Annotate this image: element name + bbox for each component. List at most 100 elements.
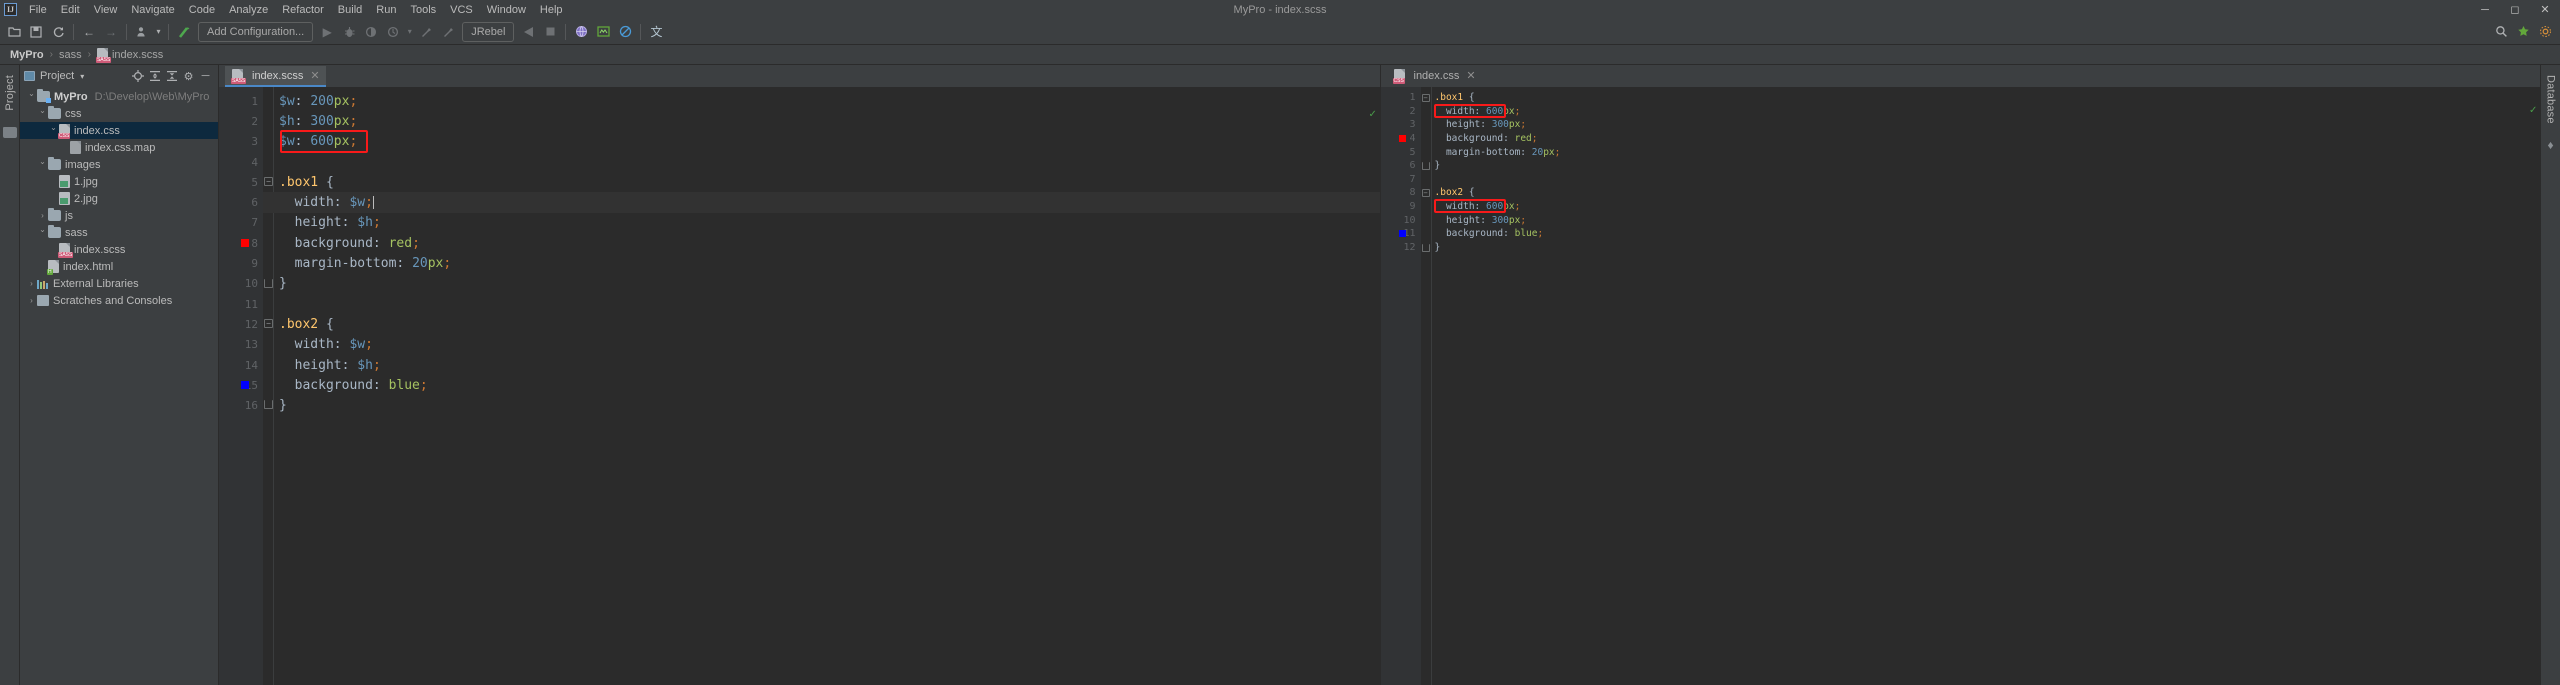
chevron-down-icon[interactable]: ⌄ (48, 123, 59, 132)
menu-item-build[interactable]: Build (331, 2, 369, 18)
color-gutter-swatch[interactable] (241, 381, 249, 389)
maximize-button[interactable]: ◻ (2500, 0, 2530, 19)
code-line[interactable]: } (263, 274, 1380, 294)
code-line[interactable]: } (263, 395, 1380, 415)
profiler-dropdown-caret[interactable]: ▾ (153, 21, 164, 43)
chevron-down-icon[interactable]: ⌄ (37, 106, 48, 115)
tool-window-button-database[interactable]: Database (2545, 69, 2557, 130)
line-number-gutter-left[interactable]: 1 2 3 4 5 6 7 8 9 10 11 12 13 14 15 16 (219, 87, 263, 685)
chevron-down-icon[interactable]: ⌄ (37, 225, 48, 234)
rebuild-icon[interactable] (517, 21, 539, 43)
menu-item-view[interactable]: View (87, 2, 125, 18)
fold-collapse-icon[interactable]: − (264, 177, 273, 186)
menu-item-edit[interactable]: Edit (54, 2, 87, 18)
profile-run-icon[interactable] (382, 21, 404, 43)
color-gutter-swatch[interactable] (1399, 230, 1406, 237)
tree-node[interactable]: › js (20, 207, 218, 224)
code-line[interactable] (263, 294, 1380, 314)
run-icon[interactable]: ▶ (316, 21, 338, 43)
menu-item-file[interactable]: File (22, 2, 54, 18)
code-line[interactable]: margin-bottom: 20 px; (1421, 145, 2541, 159)
breadcrumb-item-project[interactable]: MyPro (10, 49, 44, 61)
menu-item-help[interactable]: Help (533, 2, 570, 18)
fold-end-icon[interactable] (264, 400, 273, 409)
open-folder-icon[interactable] (3, 21, 25, 43)
plugin-icon[interactable] (2512, 21, 2534, 43)
tool-window-button-project[interactable]: Project (4, 69, 16, 117)
code-line[interactable]: background: red; (263, 233, 1380, 253)
inspection-status-icon[interactable]: ✓ (2529, 107, 2537, 115)
color-gutter-swatch[interactable] (1399, 135, 1406, 142)
no-entry-icon[interactable] (614, 21, 636, 43)
search-everywhere-icon[interactable] (2490, 21, 2512, 43)
tree-node[interactable]: › Scratches and Consoles (20, 292, 218, 309)
code-line[interactable]: background: blue; (263, 375, 1380, 395)
code-line[interactable]: height: 300 px; (1421, 213, 2541, 227)
tree-node[interactable]: ⌄ CSS index.css (20, 122, 218, 139)
tab-index-css[interactable]: CSS index.css ✕ (1387, 66, 1482, 87)
sync-refresh-icon[interactable] (47, 21, 69, 43)
stop-debug-icon[interactable] (437, 21, 459, 43)
hide-panel-icon[interactable]: ─ (197, 68, 214, 85)
profiler-icon[interactable] (131, 21, 153, 43)
code-content-left[interactable]: $w: 200 px; $h: 300 px; $w: 600 px; − .box1 { w… (263, 87, 1380, 685)
tree-node[interactable]: › External Libraries (20, 275, 218, 292)
code-line[interactable] (263, 152, 1380, 172)
menu-item-window[interactable]: Window (480, 2, 533, 18)
menu-item-vcs[interactable]: VCS (443, 2, 480, 18)
code-line[interactable]: } (1421, 159, 2541, 173)
fold-end-icon[interactable] (264, 279, 273, 288)
code-line[interactable]: width: $w; (263, 192, 1380, 212)
tree-node[interactable]: index.css.map (20, 139, 218, 156)
settings-gear-icon[interactable]: ⚙ (180, 68, 197, 85)
code-line[interactable]: height: $h; (263, 355, 1380, 375)
tab-index-scss[interactable]: SASS index.scss ✕ (225, 66, 326, 87)
fold-end-icon[interactable] (1422, 244, 1430, 252)
code-line[interactable]: − .box2 { (1421, 186, 2541, 200)
code-line[interactable]: background: blue; (1421, 227, 2541, 241)
save-all-icon[interactable] (25, 21, 47, 43)
tree-node[interactable]: ⌄ MyPro D:\Develop\Web\MyPro (20, 88, 218, 105)
code-viewport-left[interactable]: 1 2 3 4 5 6 7 8 9 10 11 12 13 14 15 16 $w: 200 px; $h: 30… (219, 87, 1380, 685)
tree-node[interactable]: Hindex.html (20, 258, 218, 275)
monitor-chart-icon[interactable] (592, 21, 614, 43)
run-dropdown-caret[interactable]: ▾ (404, 21, 415, 43)
code-viewport-right[interactable]: 1 2 3 4 5 6 7 8 9 10 11 12 − .box1 { width: 600 px; h… (1381, 87, 2541, 685)
tree-node[interactable]: 1.jpg (20, 173, 218, 190)
forward-arrow-icon[interactable]: → (100, 21, 122, 43)
run-configuration-selector[interactable]: Add Configuration... (198, 22, 313, 42)
build-hammer-icon[interactable] (173, 21, 195, 43)
close-icon[interactable]: ✕ (310, 69, 319, 82)
jrebel-selector[interactable]: JRebel (462, 22, 514, 42)
color-gutter-swatch[interactable] (241, 239, 249, 247)
code-line[interactable]: $h: 300 px; (263, 111, 1380, 131)
code-line[interactable]: height: $h; (263, 213, 1380, 233)
code-content-right[interactable]: − .box1 { width: 600 px; height: 300 px; ba… (1421, 87, 2541, 685)
stop-icon[interactable] (539, 21, 561, 43)
code-line[interactable]: − .box2 { (263, 314, 1380, 334)
menu-item-run[interactable]: Run (369, 2, 403, 18)
settings-gear-icon[interactable] (2534, 21, 2556, 43)
code-line[interactable]: $w: 600 px; (263, 132, 1380, 152)
line-number-gutter-right[interactable]: 1 2 3 4 5 6 7 8 9 10 11 12 (1381, 87, 1421, 685)
translate-icon[interactable]: 文 (645, 21, 667, 43)
menu-item-code[interactable]: Code (182, 2, 222, 18)
globe-icon[interactable] (570, 21, 592, 43)
fold-collapse-icon[interactable]: − (264, 319, 273, 328)
chevron-right-icon[interactable]: › (26, 279, 37, 288)
code-line[interactable]: − .box1 { (1421, 91, 2541, 105)
debug-icon[interactable] (338, 21, 360, 43)
breadcrumb-item-file[interactable]: SASS index.scss (97, 48, 163, 61)
tree-node[interactable]: ⌄ css (20, 105, 218, 122)
code-line[interactable]: $w: 200 px; (263, 91, 1380, 111)
menu-item-tools[interactable]: Tools (403, 2, 443, 18)
attach-debugger-icon[interactable] (415, 21, 437, 43)
chevron-down-icon[interactable]: ⌄ (26, 89, 37, 98)
chevron-right-icon[interactable]: › (37, 211, 48, 220)
tree-node[interactable]: ⌄ images (20, 156, 218, 173)
code-line[interactable]: margin-bottom: 20 px; (263, 253, 1380, 273)
fold-collapse-icon[interactable]: − (1422, 189, 1430, 197)
close-icon[interactable]: ✕ (1466, 69, 1475, 82)
code-line[interactable]: background: red; (1421, 132, 2541, 146)
code-line[interactable]: } (1421, 241, 2541, 255)
